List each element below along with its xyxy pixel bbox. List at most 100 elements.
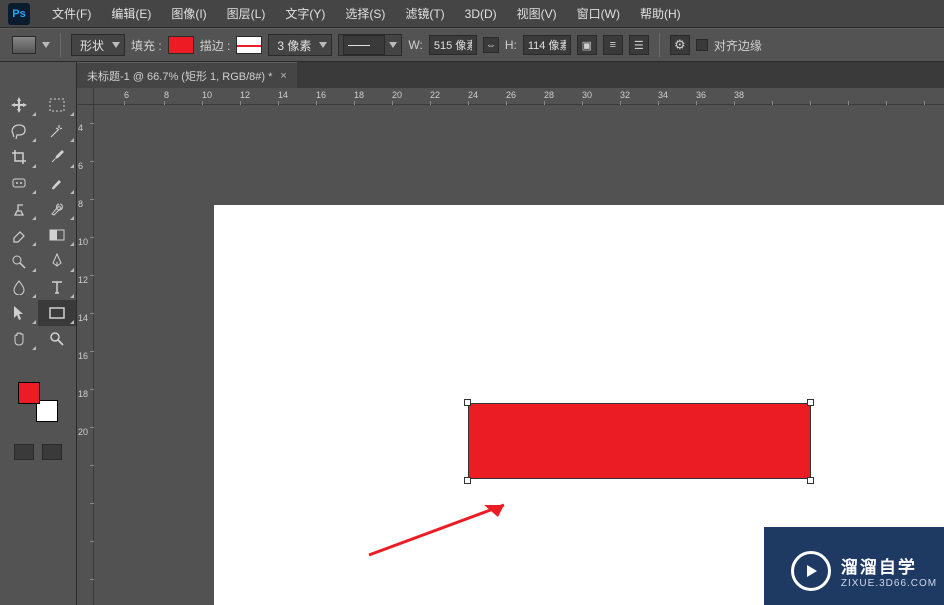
ruler-tick: 6: [78, 161, 83, 171]
options-bar: 形状 填充 : 描边 : 3 像素 W: ⇔ H: ▣ ≡ ☰ ⚙ 对齐边缘: [0, 28, 944, 62]
marquee-tool[interactable]: [38, 92, 76, 118]
watermark-title: 溜溜自学: [841, 553, 937, 578]
quickmask-icon[interactable]: [14, 444, 34, 460]
crop-tool[interactable]: [0, 144, 38, 170]
menu-view[interactable]: 视图(V): [507, 0, 567, 28]
menu-3d[interactable]: 3D(D): [455, 0, 507, 28]
stroke-color-swatch[interactable]: [236, 36, 262, 54]
move-tool[interactable]: [0, 92, 38, 118]
ruler-tick: 26: [506, 90, 516, 100]
tool-preset-icon[interactable]: [12, 36, 36, 54]
menu-help[interactable]: 帮助(H): [630, 0, 691, 28]
shape-mode-label: 形状: [76, 37, 108, 54]
ruler-tick: 18: [354, 90, 364, 100]
ruler-tick: 4: [78, 123, 83, 133]
rectangle-tool[interactable]: [38, 300, 76, 326]
menu-filter[interactable]: 滤镜(T): [395, 0, 454, 28]
document-tab[interactable]: 未标题-1 @ 66.7% (矩形 1, RGB/8#) * ×: [77, 62, 297, 88]
ruler-tick: 20: [392, 90, 402, 100]
arrange-icon[interactable]: ☰: [629, 35, 649, 55]
transform-handle-ne[interactable]: [807, 399, 814, 406]
ruler-tick: 6: [124, 90, 129, 100]
ruler-origin[interactable]: [77, 88, 94, 105]
ruler-tick: 20: [78, 427, 88, 437]
ruler-vertical[interactable]: 4 6 8 10 12 14 16 18 20: [77, 105, 94, 605]
foreground-color-swatch[interactable]: [18, 382, 40, 404]
workspace: 6 8 10 12 14 16 18 20 22 24 26 28 30 32 …: [77, 88, 944, 605]
chevron-down-icon[interactable]: [42, 42, 50, 48]
align-edges-checkbox[interactable]: [696, 39, 708, 51]
transform-handle-sw[interactable]: [464, 477, 471, 484]
fill-label: 填充 :: [131, 37, 162, 54]
magic-wand-tool[interactable]: [38, 118, 76, 144]
menu-edit[interactable]: 编辑(E): [101, 0, 161, 28]
ruler-tick: 28: [544, 90, 554, 100]
history-brush-tool[interactable]: [38, 196, 76, 222]
stroke-style-preview: [343, 35, 385, 55]
play-icon: [791, 551, 831, 591]
chevron-down-icon: [112, 42, 120, 48]
ruler-tick: 14: [78, 313, 88, 323]
stroke-style-dropdown[interactable]: [338, 34, 402, 56]
app-logo: Ps: [8, 3, 30, 25]
pen-tool[interactable]: [38, 248, 76, 274]
color-picker[interactable]: [16, 380, 60, 424]
watermark: 溜溜自学 ZIXUE.3D66.COM: [764, 527, 944, 605]
eraser-tool[interactable]: [0, 222, 38, 248]
ruler-tick: 8: [164, 90, 169, 100]
hand-tool[interactable]: [0, 326, 38, 352]
ruler-tick: 14: [278, 90, 288, 100]
zoom-tool[interactable]: [38, 326, 76, 352]
ruler-tick: 16: [316, 90, 326, 100]
spot-heal-tool[interactable]: [0, 170, 38, 196]
width-input[interactable]: [429, 35, 477, 55]
ruler-tick: 12: [240, 90, 250, 100]
dodge-tool[interactable]: [0, 248, 38, 274]
transform-handle-nw[interactable]: [464, 399, 471, 406]
gear-icon[interactable]: ⚙: [670, 35, 690, 55]
lasso-tool[interactable]: [0, 118, 38, 144]
watermark-url: ZIXUE.3D66.COM: [841, 578, 937, 589]
ruler-horizontal[interactable]: 6 8 10 12 14 16 18 20 22 24 26 28 30 32 …: [94, 88, 944, 105]
stroke-width-dropdown[interactable]: 3 像素: [268, 34, 332, 56]
menu-image[interactable]: 图像(I): [161, 0, 216, 28]
ruler-tick: 10: [202, 90, 212, 100]
transform-handle-se[interactable]: [807, 477, 814, 484]
align-icon[interactable]: ≡: [603, 35, 623, 55]
ruler-tick: 8: [78, 199, 83, 209]
toolbox: [0, 62, 77, 605]
screen-mode-icon[interactable]: [42, 444, 62, 460]
screen-mode: [0, 444, 76, 460]
menu-layer[interactable]: 图层(L): [217, 0, 276, 28]
path-select-tool[interactable]: [0, 300, 38, 326]
canvas-viewport[interactable]: 溜溜自学 ZIXUE.3D66.COM: [94, 105, 944, 605]
document-tabbar: 未标题-1 @ 66.7% (矩形 1, RGB/8#) * ×: [77, 62, 944, 88]
ruler-tick: 38: [734, 90, 744, 100]
document-tab-title: 未标题-1 @ 66.7% (矩形 1, RGB/8#) *: [87, 68, 272, 84]
brush-tool[interactable]: [38, 170, 76, 196]
menu-window[interactable]: 窗口(W): [567, 0, 630, 28]
menu-file[interactable]: 文件(F): [42, 0, 101, 28]
eyedropper-tool[interactable]: [38, 144, 76, 170]
ruler-tick: 30: [582, 90, 592, 100]
clone-stamp-tool[interactable]: [0, 196, 38, 222]
shape-mode-dropdown[interactable]: 形状: [71, 34, 125, 56]
shape-rectangle-1[interactable]: [468, 403, 811, 479]
menu-select[interactable]: 选择(S): [335, 0, 395, 28]
blur-tool[interactable]: [0, 274, 38, 300]
menu-type[interactable]: 文字(Y): [275, 0, 335, 28]
ruler-tick: 32: [620, 90, 630, 100]
fill-color-swatch[interactable]: [168, 36, 194, 54]
ruler-tick: 10: [78, 237, 88, 247]
divider: [60, 33, 61, 57]
ruler-tick: 12: [78, 275, 88, 285]
gradient-tool[interactable]: [38, 222, 76, 248]
path-ops-icon[interactable]: ▣: [577, 35, 597, 55]
height-input[interactable]: [523, 35, 571, 55]
ruler-tick: 18: [78, 389, 88, 399]
divider: [659, 33, 660, 57]
link-icon[interactable]: ⇔: [483, 37, 499, 53]
type-tool[interactable]: [38, 274, 76, 300]
ruler-tick: 22: [430, 90, 440, 100]
close-icon[interactable]: ×: [280, 70, 286, 82]
